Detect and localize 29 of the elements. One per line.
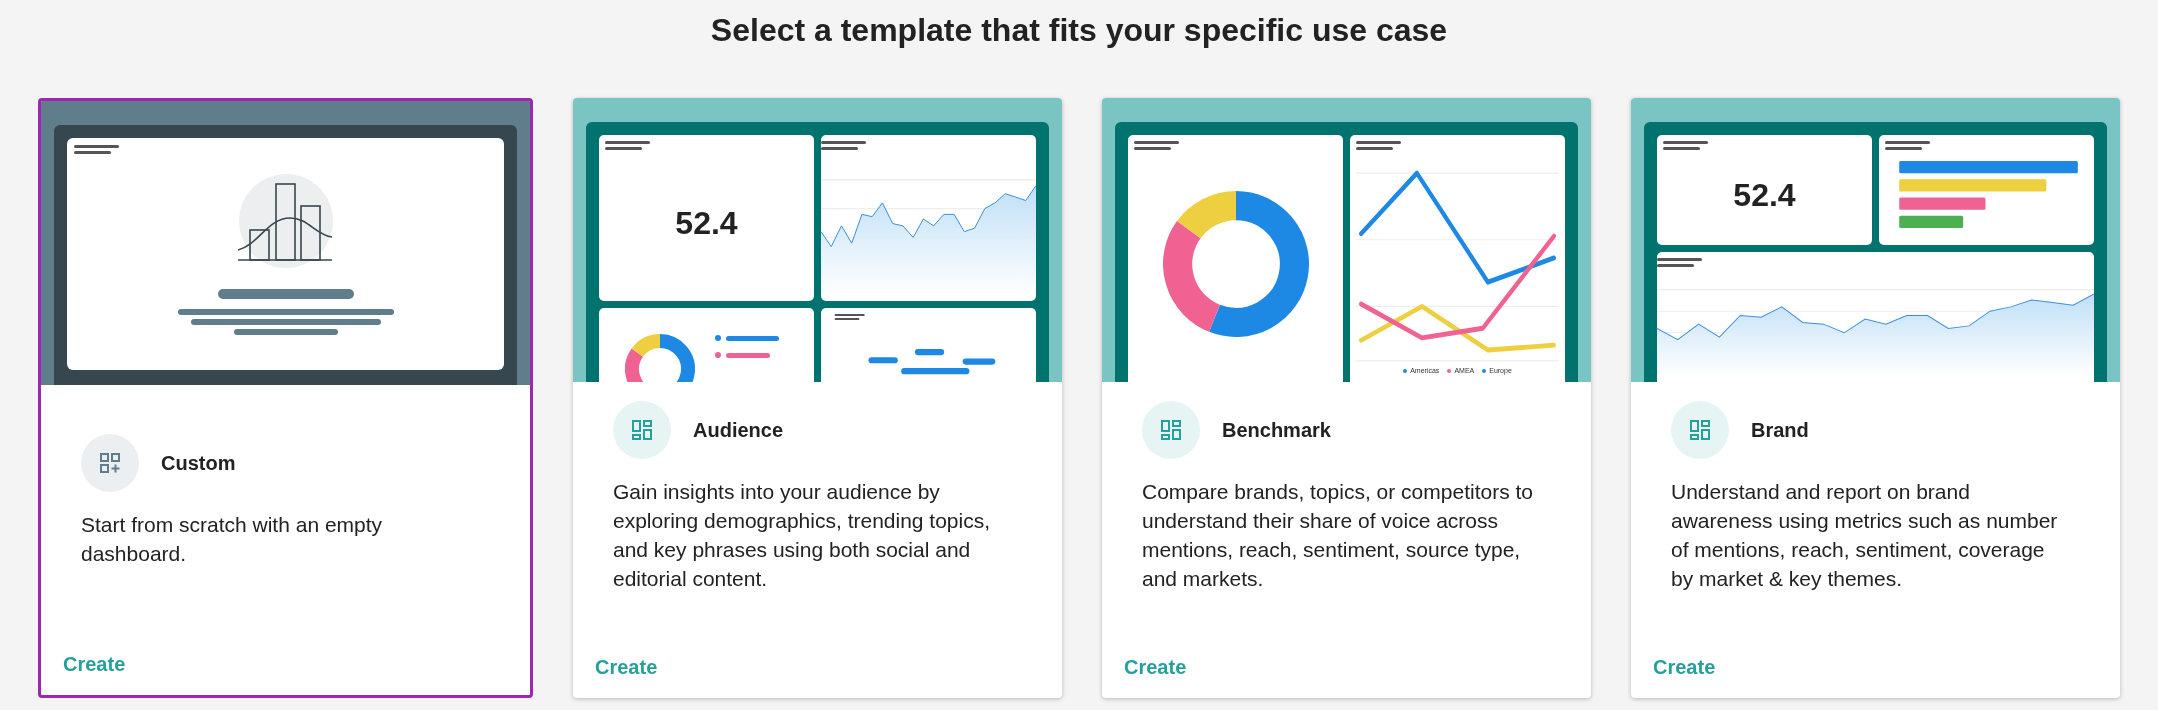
- template-description: Compare brands, topics, or competitors to understand their share of voice across mentions, reach, sentiment, source type, and markets.: [1142, 479, 1534, 592]
- dashboard-icon: [631, 419, 653, 441]
- placeholder-lines-icon: [605, 141, 651, 151]
- histogram-icon: [237, 173, 334, 269]
- template-card[interactable]: Custom Start from scratch with an empty dashboard. Create: [38, 98, 533, 698]
- page-heading: Select a template that fits your specific use case: [710, 11, 1448, 50]
- dashboard-icon: [1689, 419, 1711, 441]
- template-description: Start from scratch with an empty dashboard.: [81, 512, 384, 567]
- template-title: Audience: [693, 418, 784, 443]
- dashboard-icon: [1160, 419, 1182, 441]
- placeholder-lines-icon: [1356, 141, 1402, 151]
- template-description: Gain insights into your audience by exploring demographics, trending topics, and key phrases using both social and editorial content.: [613, 479, 992, 592]
- placeholder-lines-icon: [821, 141, 867, 151]
- grid-plus-icon: [99, 452, 121, 474]
- placeholder-lines-icon: [1885, 141, 1931, 151]
- placeholder-lines-icon: [1134, 141, 1180, 151]
- template-card[interactable]: 52.4 Brand Understand and report on brand awareness using metrics such as number of mentions, reach, sentiment, coverage by market & key themes. Create: [1631, 98, 2120, 698]
- template-title: Brand: [1751, 418, 1809, 443]
- template-description: Understand and report on brand awareness using metrics such as number of mentions, reach, sentiment, coverage by market & key themes.: [1671, 479, 2059, 592]
- metric-value: 52.4: [675, 204, 738, 243]
- placeholder-lines-icon: [1657, 258, 1703, 268]
- template-title: Benchmark: [1222, 418, 1331, 443]
- placeholder-lines-icon: [74, 145, 120, 155]
- metric-value: 52.4: [1733, 176, 1796, 215]
- chart-bar: [1899, 215, 1964, 228]
- legend-lines-drawing: [715, 334, 780, 359]
- template-card[interactable]: 52.4 Audience Gain insights into your audience by exploring demographics, trending topics, and key phrases using both social and editorial content. Create: [573, 98, 1062, 698]
- template-title: Custom: [161, 451, 236, 476]
- placeholder-lines-icon: [1663, 141, 1709, 151]
